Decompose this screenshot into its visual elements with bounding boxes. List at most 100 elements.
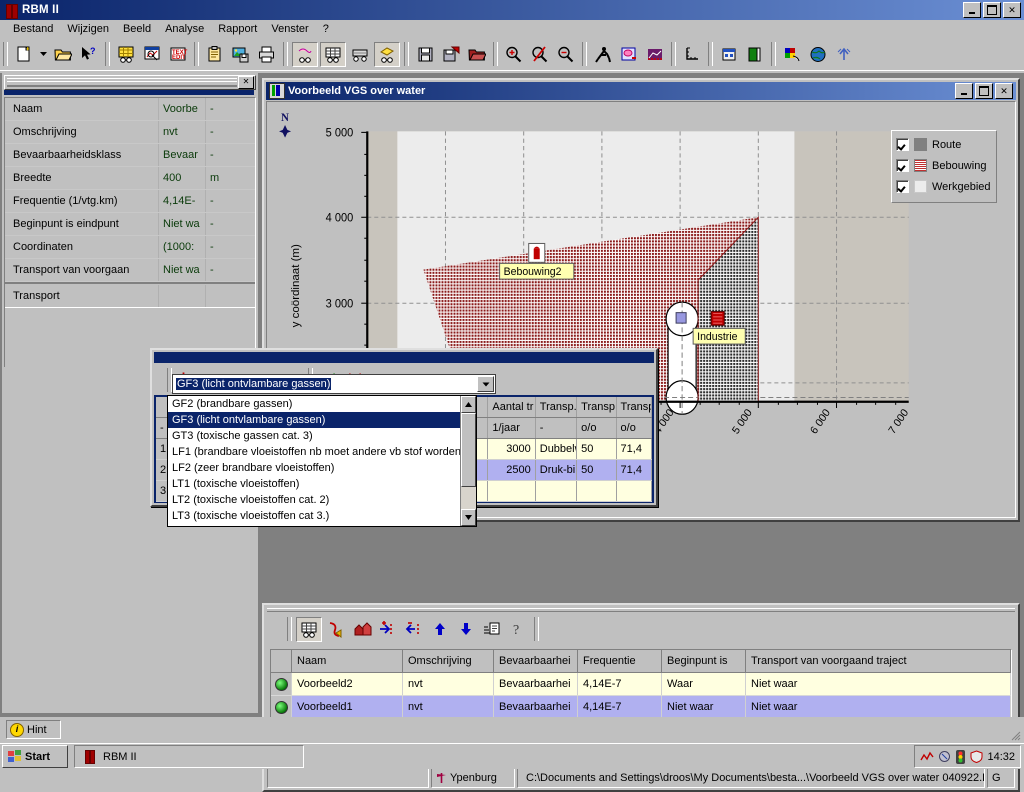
globe-button[interactable] <box>806 43 830 66</box>
property-row[interactable]: Transport van voorgaan Niet wa - <box>5 259 255 282</box>
menu-item-analyse[interactable]: Analyse <box>158 22 211 36</box>
property-row[interactable]: Beginpunt is eindpunt Niet wa - <box>5 213 255 236</box>
records-header-beginpunt[interactable]: Beginpunt is <box>662 650 746 672</box>
route-pointer-button[interactable] <box>324 618 348 641</box>
dropdown-option[interactable]: GF2 (brandbare gassen) <box>168 396 460 412</box>
view-chart-window-button[interactable] <box>140 43 164 66</box>
legend-item-route[interactable]: Route <box>896 134 996 155</box>
new-document-button[interactable] <box>12 43 36 66</box>
cell-transp-2[interactable]: 50 <box>577 460 616 480</box>
property-section-transport[interactable]: Transport <box>5 282 255 308</box>
records-header-bevaarbaarheid[interactable]: Bevaarbaarhei <box>494 650 578 672</box>
new-dropdown-button[interactable] <box>38 43 49 66</box>
header-transp-3[interactable]: Transp. <box>617 397 652 417</box>
legend-checkbox-werkgebied[interactable] <box>896 180 909 193</box>
chevron-down-icon[interactable] <box>477 376 494 392</box>
axis-button[interactable] <box>680 43 704 66</box>
records-header-frequentie[interactable]: Frequentie <box>578 650 662 672</box>
minimize-button[interactable] <box>963 2 981 18</box>
open-folder-button[interactable] <box>51 43 75 66</box>
cell-transp-3[interactable]: 71,4 <box>617 460 652 480</box>
green-book-button[interactable] <box>743 43 767 66</box>
map-close-button[interactable]: ✕ <box>995 83 1013 99</box>
records-header-transport[interactable]: Transport van voorgaand traject <box>746 650 1011 672</box>
records-header-omschrijving[interactable]: Omschrijving <box>403 650 494 672</box>
add-record-button[interactable] <box>376 618 400 641</box>
property-row[interactable]: Naam Voorbe - <box>5 98 255 121</box>
network-icon[interactable] <box>920 751 934 763</box>
cell-aantal[interactable] <box>488 481 535 501</box>
dropdown-option[interactable]: GT3 (toxische gassen cat. 3) <box>168 428 460 444</box>
property-row[interactable]: Omschrijving nvt - <box>5 121 255 144</box>
menu-item-help[interactable]: ? <box>316 22 336 36</box>
red-buildings-button[interactable] <box>350 618 374 641</box>
resize-gripper[interactable] <box>1009 729 1021 741</box>
zoom-out-button[interactable] <box>554 43 578 66</box>
delete-record-button[interactable] <box>402 618 426 641</box>
cell-aantal[interactable]: 3000 <box>488 439 535 459</box>
records-header-naam[interactable]: Naam <box>292 650 403 672</box>
cell-transp-2[interactable]: 50 <box>577 439 616 459</box>
menu-item-beeld[interactable]: Beeld <box>116 22 158 36</box>
help-button[interactable]: ? <box>506 618 530 641</box>
building-button[interactable] <box>717 43 741 66</box>
shield-icon[interactable] <box>970 750 983 763</box>
menu-item-wijzigen[interactable]: Wijzigen <box>60 22 116 36</box>
status-file[interactable]: C:\Documents and Settings\droos\My Docum… <box>517 768 985 788</box>
cell-transp-1[interactable] <box>536 481 577 501</box>
stof-dropdown-list[interactable]: GF2 (brandbare gassen) GF3 (licht ontvla… <box>167 395 477 527</box>
view-label-button[interactable] <box>374 42 400 67</box>
export-arrow-button[interactable] <box>832 43 856 66</box>
header-aantal[interactable]: Aantal tr <box>488 397 535 417</box>
dropdown-option[interactable]: LF1 (brandbare vloeistoffen nb moet ande… <box>168 444 460 460</box>
taskbar-item-rbm[interactable]: RBM II <box>74 745 304 768</box>
properties-button[interactable] <box>480 618 504 641</box>
property-row[interactable]: Breedte 400 m <box>5 167 255 190</box>
cell-transp-1[interactable]: Dubbelw <box>536 439 577 459</box>
dropdown-option[interactable]: LT1 (toxische vloeistoffen) <box>168 476 460 492</box>
view-table-button[interactable] <box>114 43 138 66</box>
legend-item-bebouwing[interactable]: Bebouwing <box>896 155 996 176</box>
clipboard-button[interactable] <box>203 43 227 66</box>
stof-combo-editor[interactable]: GF3 (licht ontvlambare gassen) <box>172 374 496 394</box>
move-down-button[interactable] <box>454 618 478 641</box>
palette-button[interactable] <box>780 43 804 66</box>
close-button[interactable]: ✕ <box>1003 2 1021 18</box>
maximize-button[interactable] <box>983 2 1001 18</box>
header-transp-1[interactable]: Transp. <box>536 397 577 417</box>
view-route-button[interactable] <box>292 42 318 67</box>
picture-save-button[interactable] <box>229 43 253 66</box>
scrollbar-track[interactable] <box>461 487 476 509</box>
map-minimize-button[interactable] <box>955 83 973 99</box>
traffic-light-icon[interactable] <box>955 750 966 764</box>
property-row[interactable]: Frequentie (1/vtg.km) 4,14E- - <box>5 190 255 213</box>
open-project-button[interactable] <box>465 43 489 66</box>
dropdown-option-selected[interactable]: GF3 (licht ontvlambare gassen) <box>168 412 460 428</box>
scroll-down-arrow-icon[interactable] <box>461 509 476 526</box>
legend-item-werkgebied[interactable]: Werkgebied <box>896 176 996 197</box>
view-red-text-button[interactable]: TEXTEDIT <box>166 43 190 66</box>
table-row[interactable]: Voorbeeld2 nvt Bevaarbaarhei 4,14E-7 Waa… <box>271 673 1011 696</box>
menu-item-bestand[interactable]: Bestand <box>6 22 60 36</box>
cell-aantal[interactable]: 2500 <box>488 460 535 480</box>
view-grid-button[interactable] <box>320 42 346 67</box>
cell-transp-3[interactable]: 71,4 <box>617 439 652 459</box>
scrollbar-thumb[interactable] <box>461 413 476 487</box>
table-row[interactable]: Voorbeeld1 nvt Bevaarbaarhei 4,14E-7 Nie… <box>271 696 1011 719</box>
results-chart-button[interactable] <box>643 43 667 66</box>
status-location[interactable]: Ypenburg <box>431 768 515 788</box>
wagon-button[interactable] <box>348 43 372 66</box>
close-icon[interactable]: ✕ <box>238 76 254 89</box>
clock[interactable]: 14:32 <box>987 751 1015 763</box>
cell-transp-2[interactable] <box>577 481 616 501</box>
menu-item-venster[interactable]: Venster <box>264 22 315 36</box>
property-row[interactable]: Coordinaten (1000: - <box>5 236 255 259</box>
cell-transp-1[interactable]: Druk-bin <box>536 460 577 480</box>
save-button[interactable] <box>413 43 437 66</box>
menu-item-rapport[interactable]: Rapport <box>211 22 264 36</box>
print-button[interactable] <box>255 43 279 66</box>
legend-checkbox-bebouwing[interactable] <box>896 159 909 172</box>
scroll-up-arrow-icon[interactable] <box>461 396 476 413</box>
property-row[interactable]: Bevaarbaarheidsklass Bevaar - <box>5 144 255 167</box>
legend-checkbox-route[interactable] <box>896 138 909 151</box>
